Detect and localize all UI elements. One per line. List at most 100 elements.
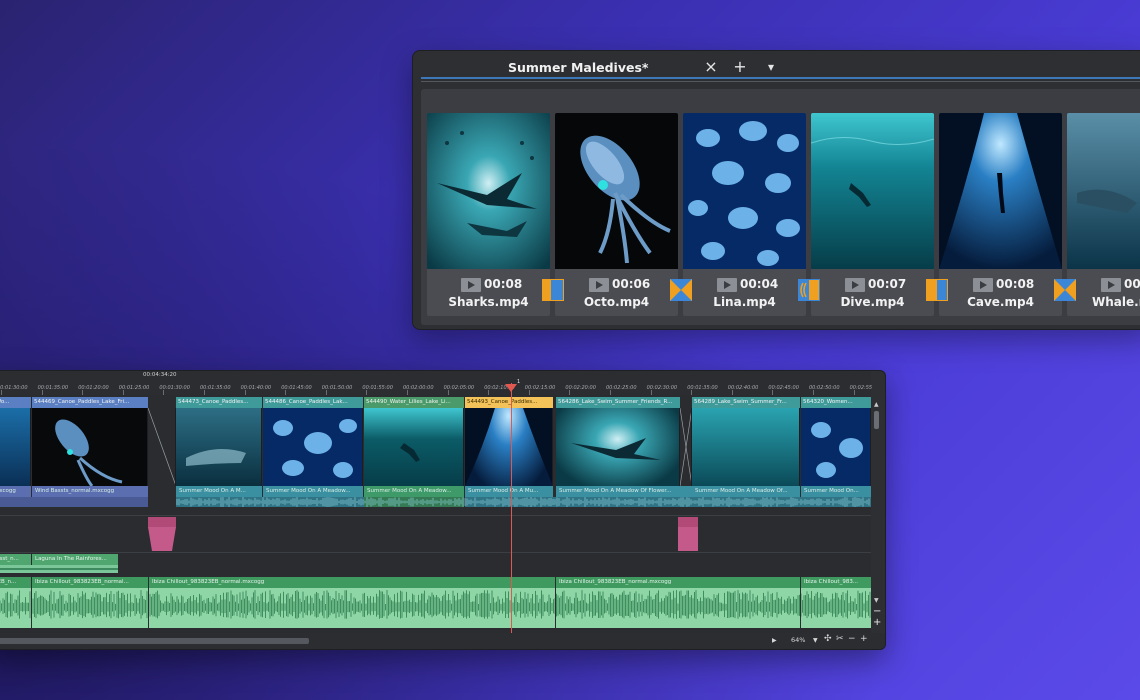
video-clip-thumbnail[interactable]	[801, 408, 871, 486]
music-clip-label[interactable]: 3EB_n...	[0, 577, 31, 588]
video-clip-thumbnail[interactable]	[556, 408, 680, 486]
zoom-out-icon[interactable]: −	[848, 634, 856, 644]
video-play-icon	[461, 278, 481, 292]
ruler-label: 00:01:30:00	[0, 385, 28, 391]
video-clip-thumbnail[interactable]	[263, 408, 363, 486]
clip-thumbnail	[811, 113, 934, 269]
zoom-level[interactable]: 64%	[791, 636, 805, 644]
clip-filename: Octo.mp4	[583, 295, 650, 309]
zoom-in-icon[interactable]: +	[860, 634, 868, 644]
video-clip-thumbnail[interactable]	[32, 408, 148, 486]
transition-gap[interactable]	[148, 408, 176, 486]
transition-gap[interactable]	[680, 408, 692, 486]
playhead-flag-icon[interactable]	[507, 395, 521, 397]
scroll-down-icon[interactable]: ▼	[874, 597, 879, 604]
video-play-icon	[717, 278, 737, 292]
clip-audio-waveform	[0, 497, 871, 507]
timeline-ruler[interactable]: 00:04:34:20 00:01:30:00 00:01:35:00 00:01:…	[0, 371, 872, 395]
clip-thumbnail	[427, 113, 550, 269]
clip-filename: Sharks.mp4	[448, 295, 529, 309]
music-clip-label[interactable]: Ibiza Chillout_983823EB_normal.mxcogg	[149, 577, 555, 588]
track-zoom-out-icon[interactable]: −	[873, 607, 881, 617]
clip-duration: 00:07	[868, 277, 907, 291]
playhead-handle-icon[interactable]	[505, 384, 517, 394]
audio-clip-label[interactable]: Summer Mood On A Meadow...	[364, 486, 464, 497]
transition-marker[interactable]	[678, 517, 698, 551]
music-clip-label[interactable]: Laguna In The Rainfores...	[32, 554, 118, 565]
playhead[interactable]	[511, 383, 512, 633]
audio-clip-label[interactable]: Summer Mood On A M...	[176, 486, 262, 497]
video-clip-thumbnail[interactable]	[0, 408, 31, 486]
clip-thumbnail	[555, 113, 678, 269]
fit-icon[interactable]: ✣	[824, 634, 832, 644]
tab-active-underline	[421, 77, 1140, 79]
audio-clip-label[interactable]: mxcogg	[0, 486, 31, 497]
audio-clip-label[interactable]: Summer Mood On...	[801, 486, 871, 497]
bin-clip[interactable]: 00:07 Dive.mp4	[811, 113, 934, 316]
video-clip-title[interactable]: 564286_Lake_Swim_Summer_Friends_R...	[556, 397, 680, 408]
audio-clip-label[interactable]: Wind Bassts_normal.mxcogg	[32, 486, 148, 497]
audio-clip-label[interactable]: Summer Mood On A Mu...	[465, 486, 553, 497]
music-clip-label[interactable]: Ibiza Chillout_983823EB_normal...	[32, 577, 148, 588]
clip-thumbnail	[683, 113, 806, 269]
music-clip-label[interactable]: Ibiza Chillout_983823EB_normal.mxcogg	[556, 577, 800, 588]
bin-tab-bar: Summer Maledives* × + ▾	[413, 51, 1140, 85]
transition-cross-icon[interactable]	[1054, 279, 1076, 301]
tab-menu-chevron-icon[interactable]: ▾	[761, 57, 781, 77]
video-clip-title[interactable]: 544469_Canoe_Paddles_Lake_Fri...	[32, 397, 148, 408]
video-clip-thumbnail[interactable]	[465, 408, 553, 486]
video-play-icon	[973, 278, 993, 292]
horizontal-scrollbar[interactable]	[0, 638, 309, 644]
bin-clip[interactable]: 00:06 Octo.mp4	[555, 113, 678, 316]
video-clip-thumbnail[interactable]	[176, 408, 262, 486]
transition-marker[interactable]	[148, 517, 176, 551]
play-right-icon[interactable]: ▶	[772, 637, 777, 644]
audio-clip-label[interactable]: Summer Mood On A Meadow Of...	[692, 486, 800, 497]
tab-divider	[421, 81, 1140, 82]
add-tab-icon[interactable]: +	[730, 57, 750, 77]
video-clip-title-selected[interactable]: 544493_Canoe_Paddles...	[465, 397, 553, 408]
bin-clip[interactable]: 00:04 Lina.mp4	[683, 113, 806, 316]
video-clip-title[interactable]: 544486_Canoe_Paddles_Lak...	[263, 397, 363, 408]
timeline-tracks: _Wo... 544469_Canoe_Paddles_Lake_Fri... …	[0, 395, 871, 633]
playhead-marker-number: 1	[517, 379, 521, 385]
bin-clip[interactable]: 00 Whale.m	[1067, 113, 1140, 316]
video-clip-title[interactable]: 564320_Women...	[801, 397, 871, 408]
audio-clip-label[interactable]: Summer Mood On A Meadow Of Flower...	[556, 486, 692, 497]
clip-thumbnail	[939, 113, 1062, 269]
scroll-up-icon[interactable]: ▲	[874, 401, 879, 408]
video-clip-title[interactable]: 544490_Water_Lilies_Lake_Li...	[364, 397, 464, 408]
music-waveform	[0, 565, 118, 573]
clip-filename: Whale.m	[1092, 295, 1140, 309]
project-tab-title[interactable]: Summer Maledives*	[508, 60, 648, 75]
music-clip-label[interactable]: resst_n...	[0, 554, 31, 565]
timeline-footer: ▶ 64% ▼ ✣ ✂ − +	[0, 633, 885, 649]
video-clip-title[interactable]: 544473_Canoe_Paddles...	[176, 397, 262, 408]
video-clip-thumbnail[interactable]	[692, 408, 800, 486]
transition-wipe-icon[interactable]	[926, 279, 948, 301]
music-waveform	[0, 588, 871, 628]
transition-ripple-icon[interactable]	[798, 279, 820, 301]
clip-duration: 00:08	[996, 277, 1035, 291]
video-clip-thumbnail[interactable]	[364, 408, 464, 486]
clip-filename: Lina.mp4	[713, 295, 776, 309]
track-zoom-in-icon[interactable]: +	[873, 618, 881, 628]
audio-clip-label[interactable]: Summer Mood On A Meadow...	[263, 486, 363, 497]
close-tab-icon[interactable]: ×	[701, 57, 721, 77]
transition-wipe-icon[interactable]	[542, 279, 564, 301]
zoom-dropdown-icon[interactable]: ▼	[813, 637, 818, 644]
music-clip-label[interactable]: Ibiza Chillout_983...	[801, 577, 871, 588]
scissors-icon[interactable]: ✂	[836, 634, 844, 644]
clip-duration: 00:06	[612, 277, 651, 291]
timecode-display: 00:04:34:20	[143, 372, 177, 378]
video-play-icon	[845, 278, 865, 292]
clip-duration: 00:04	[740, 277, 779, 291]
clip-thumbnail	[1067, 113, 1140, 269]
bin-clip[interactable]: 00:08 Sharks.mp4	[427, 113, 550, 316]
transition-cross-icon[interactable]	[670, 279, 692, 301]
bin-clip[interactable]: 00:08 Cave.mp4	[939, 113, 1062, 316]
video-clip-title[interactable]: _Wo...	[0, 397, 31, 408]
video-clip-title[interactable]: 564289_Lake_Swim_Summer_Fr...	[692, 397, 800, 408]
scroll-thumb[interactable]	[874, 411, 879, 429]
vertical-scrollbar[interactable]: ▲ ▼ − +	[873, 401, 881, 631]
